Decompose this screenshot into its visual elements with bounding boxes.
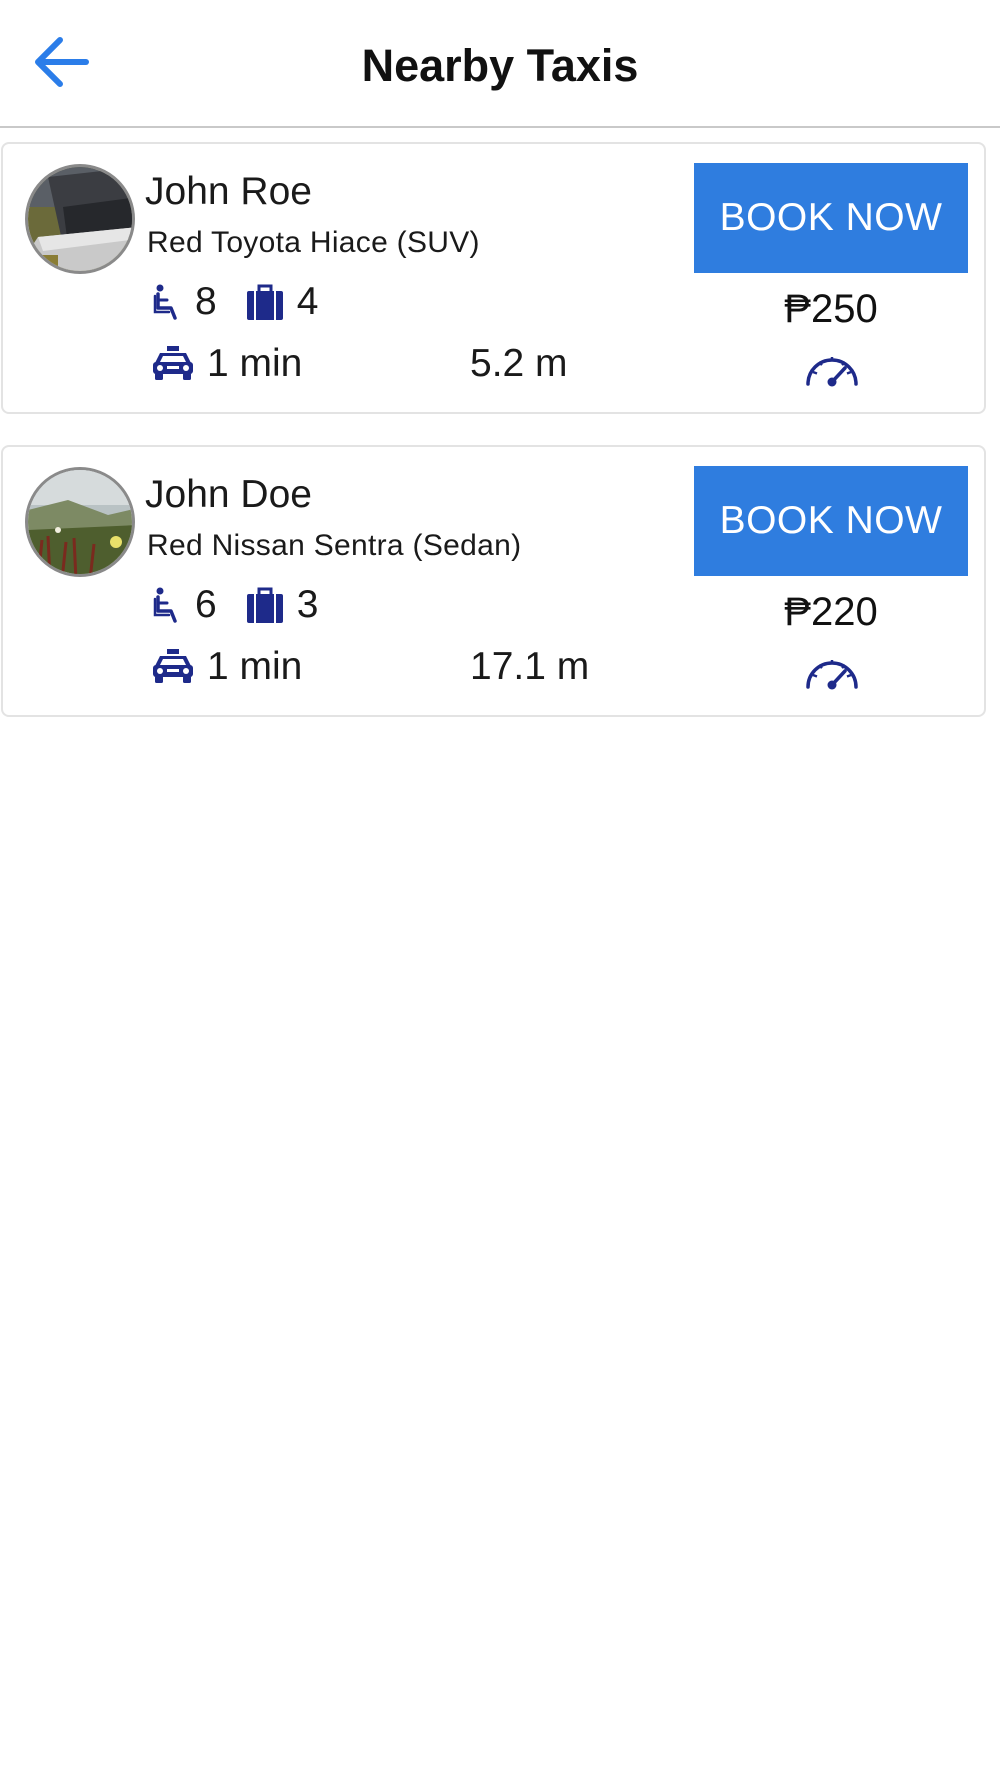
luggage-count: 4: [296, 280, 319, 323]
eta-value: 1 min: [207, 342, 303, 385]
luggage-icon: [246, 587, 283, 623]
page-title: Nearby Taxis: [361, 40, 639, 91]
distance-value: 5.2 m: [470, 342, 568, 385]
seat-count: 8: [195, 280, 217, 323]
distance-value: 17.1 m: [470, 645, 590, 688]
luggage-icon: [246, 284, 283, 320]
fare-price: ₱250: [784, 287, 878, 331]
seat-icon: [153, 284, 177, 320]
driver-name: John Roe: [145, 170, 312, 213]
vehicle-description: Red Nissan Sentra (Sedan): [147, 529, 522, 562]
eta-row: 1 min: [151, 340, 302, 388]
taxi-icon: [153, 649, 193, 683]
capacity-row: 6 3: [153, 581, 318, 629]
taxi-card[interactable]: John Roe Red Toyota Hiace (SUV) 8 4 1 mi…: [1, 142, 986, 414]
vehicle-description: Red Toyota Hiace (SUV): [147, 226, 480, 259]
eta-value: 1 min: [207, 645, 303, 688]
speedometer-icon[interactable]: [804, 651, 860, 691]
taxi-card[interactable]: John Doe Red Nissan Sentra (Sedan) 6 3 1…: [1, 445, 986, 717]
driver-name: John Doe: [145, 473, 312, 516]
speedometer-icon[interactable]: [804, 348, 860, 388]
fare-price: ₱220: [784, 590, 878, 634]
header-bar: Nearby Taxis: [0, 0, 1000, 128]
taxi-icon: [153, 346, 193, 380]
luggage-count: 3: [296, 583, 319, 626]
eta-row: 1 min: [151, 643, 302, 691]
seat-icon: [153, 587, 177, 623]
driver-avatar: [25, 467, 135, 577]
driver-avatar: [25, 164, 135, 274]
book-now-button[interactable]: BOOK NOW: [694, 466, 968, 576]
book-now-button[interactable]: BOOK NOW: [694, 163, 968, 273]
capacity-row: 8 4: [153, 278, 318, 326]
seat-count: 6: [195, 583, 217, 626]
